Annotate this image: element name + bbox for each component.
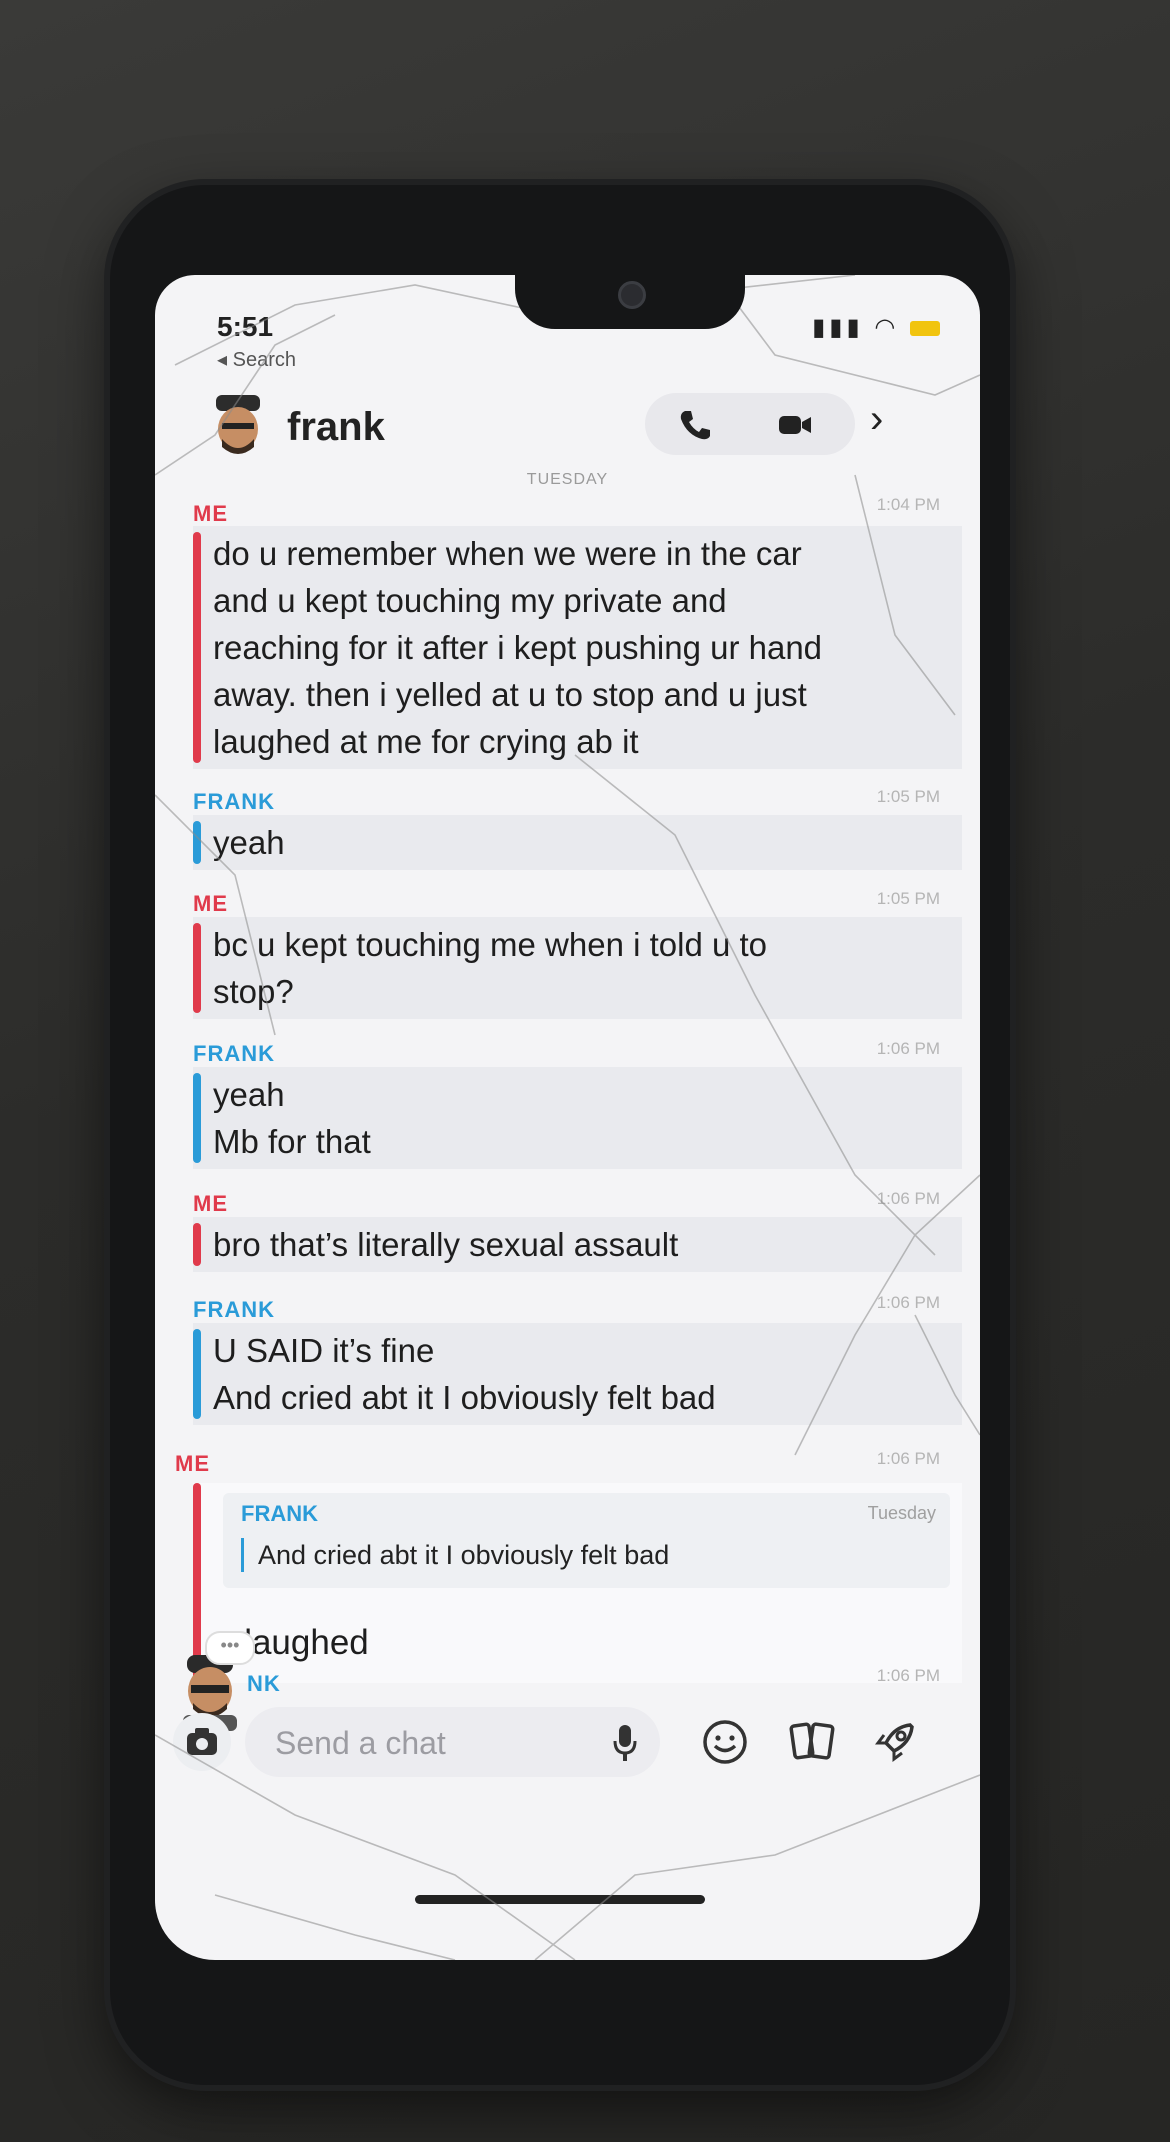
memories-icon[interactable] [787, 1717, 837, 1767]
message-timestamp: 1:04 PM [876, 495, 940, 514]
message-line: yeah [213, 1076, 285, 1113]
sender-label: FRANK [193, 1297, 275, 1322]
camera-button[interactable] [173, 1713, 231, 1771]
chat-header: frank › [155, 375, 980, 485]
message-timestamp: 1:06 PM [876, 1293, 940, 1312]
message-line: bro that’s literally sexual assault [213, 1226, 679, 1263]
message-timestamp: 1:05 PM [876, 787, 940, 806]
sender-label: ME [193, 501, 228, 526]
quoted-text: And cried abt it I obviously felt bad [241, 1538, 669, 1572]
phone-icon[interactable] [675, 405, 715, 445]
video-icon[interactable] [775, 405, 815, 445]
sender-label: FRANK [193, 1041, 275, 1066]
message-line: reaching for it after i kept pushing ur … [213, 629, 823, 666]
message-line: yeah [213, 824, 285, 861]
wifi-icon: ◠ [874, 314, 900, 341]
chevron-right-icon[interactable]: › [870, 397, 883, 442]
friend-avatar-icon[interactable] [210, 395, 266, 457]
sender-label: ME [193, 891, 228, 916]
message-line: do u remember when we were in the car [213, 535, 802, 572]
sender-label: ME [175, 1451, 210, 1476]
battery-icon [910, 321, 940, 337]
day-divider: TUESDAY [526, 471, 609, 488]
message-line: Mb for that [213, 1123, 371, 1160]
message-timestamp: 1:06 PM [876, 1039, 940, 1058]
call-controls [645, 393, 855, 455]
message-line: stop? [213, 973, 294, 1010]
notch [515, 275, 745, 329]
message-line: laughed at me for crying ab it [213, 723, 639, 760]
sender-label: ME [193, 1191, 228, 1216]
quoted-reply-message[interactable]: FRANK Tuesday And cried abt it I obvious… [193, 1483, 962, 1683]
message-bubble[interactable]: do u remember when we were in the car an… [193, 526, 962, 769]
message-timestamp: 1:06 PM [876, 1666, 940, 1685]
message-timestamp: 1:06 PM [876, 1449, 940, 1468]
message-line: away. then i yelled at u to stop and u j… [213, 676, 807, 713]
signal-icon: ▮▮▮ [812, 314, 864, 341]
chat-input-bar: Send a chat [155, 1685, 980, 1795]
sender-label: FRANK [193, 789, 275, 814]
message-bubble[interactable]: yeah Mb for that [193, 1067, 962, 1169]
back-search-label: Search [232, 349, 296, 371]
home-indicator[interactable] [415, 1895, 705, 1904]
microphone-icon[interactable] [612, 1723, 638, 1763]
chat-input[interactable]: Send a chat [245, 1707, 660, 1777]
contact-name[interactable]: frank [287, 405, 385, 450]
message-line: and u kept touching my private and [213, 582, 727, 619]
message-line: U SAID it’s fine [213, 1332, 435, 1369]
back-to-search-link[interactable]: ◂ Search [217, 347, 296, 372]
emoji-icon[interactable] [700, 1717, 750, 1767]
message-bubble[interactable]: bc u kept touching me when i told u to s… [193, 917, 962, 1019]
message-bubble[interactable]: U SAID it’s fine And cried abt it I obvi… [193, 1323, 962, 1425]
rocket-icon[interactable] [870, 1717, 920, 1767]
message-timestamp: 1:06 PM [876, 1189, 940, 1208]
message-bubble[interactable]: yeah [193, 815, 962, 870]
chat-placeholder: Send a chat [275, 1725, 446, 1761]
quoted-day: Tuesday [867, 1503, 936, 1523]
message-line: bc u kept touching me when i told u to [213, 926, 768, 963]
quoted-sender: FRANK [241, 1501, 318, 1526]
quoted-message[interactable]: FRANK Tuesday And cried abt it I obvious… [223, 1493, 950, 1588]
message-bubble[interactable]: bro that’s literally sexual assault [193, 1217, 962, 1272]
camera-icon [187, 1728, 217, 1755]
status-time: 5:51 [217, 311, 274, 342]
status-icons: ▮▮▮ ◠ [812, 313, 940, 342]
front-camera [618, 281, 646, 309]
message-line: And cried abt it I obviously felt bad [213, 1379, 716, 1416]
typing-indicator: ••• [205, 1631, 255, 1665]
message-timestamp: 1:05 PM [876, 889, 940, 908]
screen: 5:51 ▮▮▮ ◠ ◂ Search frank › TUESDAY ME 1… [155, 275, 980, 1960]
